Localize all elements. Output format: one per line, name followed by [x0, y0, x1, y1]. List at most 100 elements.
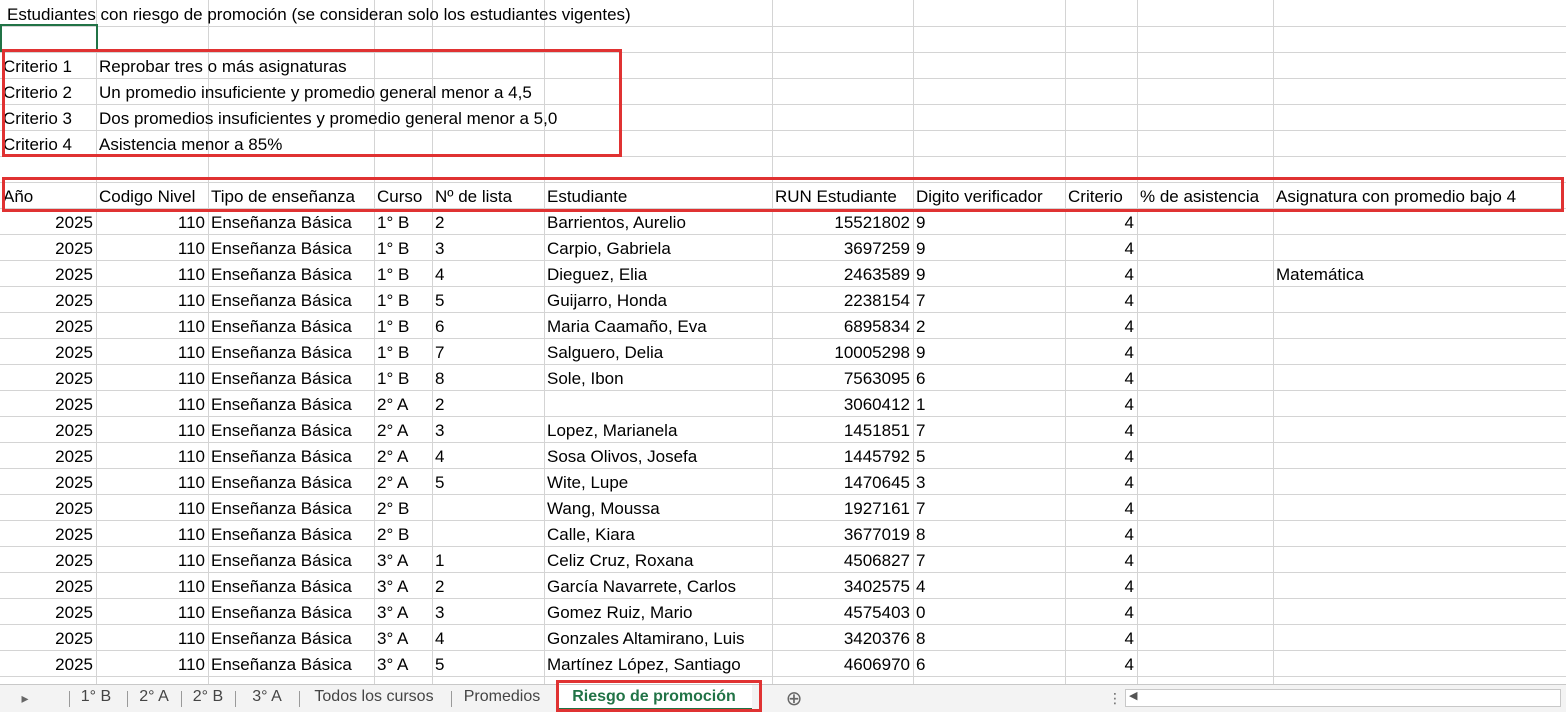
table-cell[interactable]: 4 — [1065, 314, 1137, 340]
table-cell[interactable]: 1° B — [374, 288, 412, 314]
table-cell[interactable]: 4 — [1065, 288, 1137, 314]
table-cell[interactable]: 10005298 — [772, 340, 913, 366]
table-cell[interactable]: Gomez Ruiz, Mario — [544, 600, 695, 626]
table-cell[interactable]: 2025 — [0, 418, 96, 444]
table-cell[interactable]: Enseñanza Básica — [208, 392, 355, 418]
table-cell[interactable]: 110 — [96, 418, 208, 444]
table-cell[interactable]: 3 — [432, 600, 447, 626]
table-cell[interactable]: Enseñanza Básica — [208, 626, 355, 652]
column-header[interactable]: Nº de lista — [432, 184, 515, 210]
column-header[interactable]: Tipo de enseñanza — [208, 184, 358, 210]
table-cell[interactable]: Enseñanza Básica — [208, 574, 355, 600]
column-header[interactable]: Codigo Nivel — [96, 184, 198, 210]
table-cell[interactable]: 4 — [432, 262, 447, 288]
sheet-tab[interactable]: 2° A — [128, 685, 180, 711]
table-cell[interactable]: 3697259 — [772, 236, 913, 262]
table-cell[interactable]: 110 — [96, 574, 208, 600]
table-cell[interactable]: 110 — [96, 600, 208, 626]
table-cell[interactable]: 7 — [432, 340, 447, 366]
table-cell[interactable]: 6 — [913, 652, 928, 678]
table-cell[interactable]: 110 — [96, 288, 208, 314]
table-cell[interactable]: 3° A — [374, 574, 411, 600]
column-header[interactable]: Digito verificador — [913, 184, 1046, 210]
table-cell[interactable]: 1451851 — [772, 418, 913, 444]
table-cell[interactable]: 110 — [96, 210, 208, 236]
table-cell[interactable]: 5 — [432, 288, 447, 314]
table-cell[interactable]: 110 — [96, 340, 208, 366]
table-cell[interactable]: Salguero, Delia — [544, 340, 666, 366]
table-cell[interactable]: 0 — [913, 600, 928, 626]
table-cell[interactable]: Enseñanza Básica — [208, 366, 355, 392]
sheet-tab[interactable]: 2° B — [182, 685, 234, 711]
table-cell[interactable]: Matemática — [1273, 262, 1367, 288]
table-cell[interactable]: Enseñanza Básica — [208, 470, 355, 496]
table-cell[interactable]: 110 — [96, 314, 208, 340]
table-cell[interactable]: Celiz Cruz, Roxana — [544, 548, 696, 574]
spreadsheet-grid[interactable]: Criterio 1 Reprobar tres o más asignatura… — [0, 0, 1566, 684]
table-cell[interactable]: Enseñanza Básica — [208, 444, 355, 470]
sheet-tab[interactable]: 1° B — [70, 685, 122, 711]
table-cell[interactable]: 1 — [432, 548, 447, 574]
table-cell[interactable]: Enseñanza Básica — [208, 418, 355, 444]
options-icon[interactable]: ⋮ — [1108, 685, 1122, 711]
table-cell[interactable]: 4 — [1065, 210, 1137, 236]
table-cell[interactable]: 2025 — [0, 392, 96, 418]
add-sheet-icon[interactable]: ⊕ — [781, 686, 807, 712]
column-header[interactable]: Año — [0, 184, 36, 210]
table-cell[interactable]: 3 — [432, 418, 447, 444]
table-cell[interactable]: 4 — [1065, 470, 1137, 496]
table-cell[interactable]: 2025 — [0, 444, 96, 470]
table-cell[interactable]: 7 — [913, 418, 928, 444]
table-cell[interactable]: 2° B — [374, 522, 412, 548]
table-cell[interactable]: 110 — [96, 236, 208, 262]
table-cell[interactable]: 2° A — [374, 444, 411, 470]
table-cell[interactable]: 2025 — [0, 626, 96, 652]
table-cell[interactable]: 3 — [432, 236, 447, 262]
table-cell[interactable]: 6 — [913, 366, 928, 392]
table-cell[interactable]: Maria Caamaño, Eva — [544, 314, 710, 340]
table-cell[interactable]: Carpio, Gabriela — [544, 236, 674, 262]
table-cell[interactable]: Enseñanza Básica — [208, 236, 355, 262]
criteria-text[interactable]: Reprobar tres o más asignaturas — [96, 54, 350, 80]
table-cell[interactable]: 7 — [913, 288, 928, 314]
table-cell[interactable]: 2025 — [0, 340, 96, 366]
column-header[interactable]: % de asistencia — [1137, 184, 1262, 210]
sheet-tab[interactable]: Todos los cursos — [300, 685, 448, 711]
table-cell[interactable]: 2463589 — [772, 262, 913, 288]
table-cell[interactable]: 2025 — [0, 210, 96, 236]
table-cell[interactable]: 8 — [913, 522, 928, 548]
table-cell[interactable]: Enseñanza Básica — [208, 600, 355, 626]
criteria-label[interactable]: Criterio 1 — [0, 54, 75, 80]
table-cell[interactable]: 1927161 — [772, 496, 913, 522]
table-cell[interactable]: 2025 — [0, 652, 96, 678]
table-cell[interactable]: 2025 — [0, 600, 96, 626]
criteria-text[interactable]: Asistencia menor a 85% — [96, 132, 285, 158]
table-cell[interactable]: 110 — [96, 470, 208, 496]
table-cell[interactable]: 9 — [913, 236, 928, 262]
table-cell[interactable]: 1° B — [374, 262, 412, 288]
table-cell[interactable]: 1° B — [374, 340, 412, 366]
table-cell[interactable]: Guijarro, Honda — [544, 288, 670, 314]
table-cell[interactable]: 1° B — [374, 366, 412, 392]
table-cell[interactable]: 3° A — [374, 548, 411, 574]
table-cell[interactable]: 4575403 — [772, 600, 913, 626]
column-header[interactable]: Curso — [374, 184, 425, 210]
selected-cell[interactable] — [0, 24, 98, 52]
table-cell[interactable]: 7 — [913, 496, 928, 522]
table-cell[interactable]: 8 — [913, 626, 928, 652]
sheet-tab[interactable]: Riesgo de promoción — [556, 685, 752, 711]
table-cell[interactable]: 110 — [96, 262, 208, 288]
table-cell[interactable]: Enseñanza Básica — [208, 548, 355, 574]
table-cell[interactable]: 5 — [913, 444, 928, 470]
sheet-tab[interactable]: 3° A — [236, 685, 298, 711]
table-cell[interactable]: 1° B — [374, 236, 412, 262]
table-cell[interactable]: 110 — [96, 444, 208, 470]
table-cell[interactable]: 4 — [1065, 366, 1137, 392]
table-cell[interactable]: 3° A — [374, 600, 411, 626]
table-cell[interactable]: 2025 — [0, 314, 96, 340]
column-header[interactable]: Estudiante — [544, 184, 630, 210]
table-cell[interactable]: 4 — [1065, 652, 1137, 678]
table-cell[interactable]: 5 — [432, 652, 447, 678]
table-cell[interactable]: Sole, Ibon — [544, 366, 627, 392]
table-cell[interactable]: Enseñanza Básica — [208, 652, 355, 678]
